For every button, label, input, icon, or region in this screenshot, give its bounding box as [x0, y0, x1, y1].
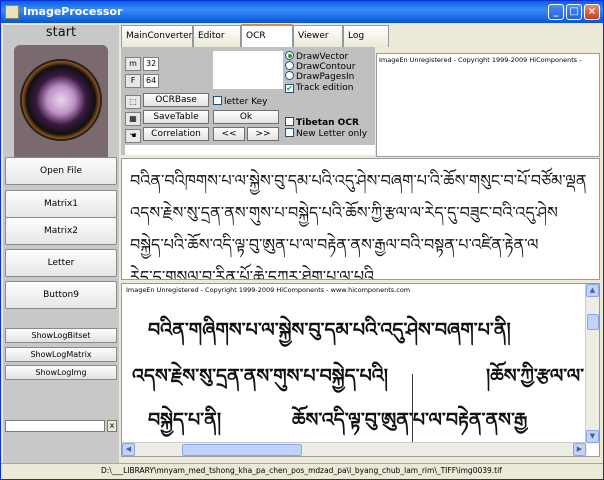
ocr-text-line: རེད་དུ་གསལ་བ་རིན་པོ་ཆེ་དཀར་ཐེག་པ་ལ་པའི: [130, 267, 375, 280]
radio-icon: [285, 61, 294, 70]
scan-image-view[interactable]: ImageEn Unregistered - Copyright 1999-20…: [121, 283, 600, 457]
start-knob-icon: [20, 59, 102, 141]
maximize-icon: □: [569, 6, 579, 17]
matrix-icon[interactable]: m: [125, 57, 141, 71]
vertical-scrollbar[interactable]: ▲ ▼: [585, 284, 599, 444]
select-icon[interactable]: ⬚: [125, 95, 141, 109]
close-icon: ×: [587, 6, 597, 17]
ocr-status-strip: [125, 145, 375, 155]
track-edition-label: Track edition: [296, 83, 354, 93]
draw-pages-label: DrawPagesIn: [296, 72, 355, 82]
scroll-thumb[interactable]: [587, 314, 599, 330]
checkbox-icon: [285, 117, 294, 126]
scroll-down-icon[interactable]: ▼: [586, 430, 599, 443]
draw-pages-radio[interactable]: DrawPagesIn: [285, 71, 354, 83]
ocr-panel: m 32 F 64 ⬚ OCRBase ▦ SaveTable ☚ Correl…: [121, 47, 375, 155]
checkbox-icon: [285, 128, 294, 137]
value-32-field[interactable]: 32: [143, 57, 159, 71]
clear-button[interactable]: x: [107, 420, 117, 432]
tab-ocr[interactable]: OCR: [241, 24, 293, 48]
grid-icon[interactable]: ▦: [125, 112, 141, 126]
start-dial[interactable]: [14, 45, 108, 161]
letter-key-checkbox[interactable]: letter Key: [213, 96, 268, 108]
checkmark-icon: ✔: [285, 84, 294, 93]
open-file-button[interactable]: Open File: [5, 157, 117, 185]
app-icon: [5, 5, 19, 19]
tab-mainconverter[interactable]: MainConverter: [121, 25, 193, 47]
letter-button[interactable]: Letter: [5, 249, 117, 277]
button9-button[interactable]: Button9: [5, 281, 117, 309]
window-title: ImageProcessor: [23, 5, 123, 18]
f-button[interactable]: F: [125, 74, 141, 88]
next-button[interactable]: >>: [247, 127, 279, 141]
close-button[interactable]: ×: [584, 4, 600, 20]
new-letter-only-checkbox[interactable]: New Letter only: [285, 128, 367, 140]
scroll-thumb[interactable]: [182, 444, 302, 456]
start-label: start: [45, 25, 77, 40]
cursor-line: [412, 374, 413, 444]
scroll-up-icon[interactable]: ▲: [586, 284, 599, 297]
show-log-matrix-button[interactable]: ShowLogMatrix: [5, 347, 117, 362]
ocrbase-button[interactable]: OCRBase: [143, 93, 209, 107]
letter-key-label: letter Key: [224, 97, 268, 107]
status-bar: D:\___LIBRARY\mnyam_med_tshong_kha_pa_ch…: [1, 463, 603, 479]
minimize-button[interactable]: _: [548, 4, 564, 20]
preview-box: [213, 51, 283, 89]
left-panel: start Open File Matrix1 Matrix2 Letter B…: [3, 25, 119, 463]
matrix1-button[interactable]: Matrix1: [5, 190, 117, 218]
maximize-button[interactable]: □: [566, 4, 582, 20]
value-64-field[interactable]: 64: [143, 74, 159, 88]
correlation-button[interactable]: Correlation: [143, 127, 209, 141]
app-window: ImageProcessor _ □ × start Open File Mat…: [0, 0, 604, 480]
matrix2-button[interactable]: Matrix2: [5, 217, 117, 245]
copyright-text: ImageEn Unregistered - Copyright 1999-20…: [379, 56, 582, 64]
tab-editor[interactable]: Editor: [193, 25, 241, 47]
top-image-view[interactable]: ImageEn Unregistered - Copyright 1999-20…: [376, 53, 600, 157]
horizontal-scrollbar[interactable]: ◀ ▶: [122, 442, 587, 456]
scroll-right-icon[interactable]: ▶: [573, 443, 586, 456]
title-bar: ImageProcessor _ □ ×: [1, 1, 603, 23]
prev-button[interactable]: <<: [213, 127, 245, 141]
radio-icon: [285, 51, 294, 60]
savetable-button[interactable]: SaveTable: [143, 110, 209, 124]
scroll-left-icon[interactable]: ◀: [122, 443, 135, 456]
show-log-bitset-button[interactable]: ShowLogBitset: [5, 328, 117, 343]
tab-log[interactable]: Log: [343, 25, 389, 47]
ok-button[interactable]: Ok: [213, 110, 279, 124]
tab-viewer[interactable]: Viewer: [293, 25, 343, 47]
show-log-img-button[interactable]: ShowLogImg: [5, 365, 117, 380]
minimize-icon: _: [553, 6, 559, 17]
ocr-text-output[interactable]: བའིན་བའིཁགས་པ་ལ་སྐྱེས་བུ་དམ་པའི་འདུ་ཤེས་…: [121, 158, 600, 280]
new-letter-only-label: New Letter only: [296, 129, 368, 139]
track-edition-checkbox[interactable]: ✔ Track edition: [285, 83, 353, 94]
checkbox-icon: [213, 96, 222, 105]
left-text-input[interactable]: [5, 420, 105, 432]
radio-icon: [285, 71, 294, 80]
hand-icon[interactable]: ☚: [125, 129, 141, 143]
copyright-text: ImageEn Unregistered - Copyright 1999-20…: [126, 286, 411, 294]
tibetan-ocr-label: Tibetan OCR: [296, 118, 359, 128]
file-path: D:\___LIBRARY\mnyam_med_tshong_kha_pa_ch…: [101, 466, 502, 475]
